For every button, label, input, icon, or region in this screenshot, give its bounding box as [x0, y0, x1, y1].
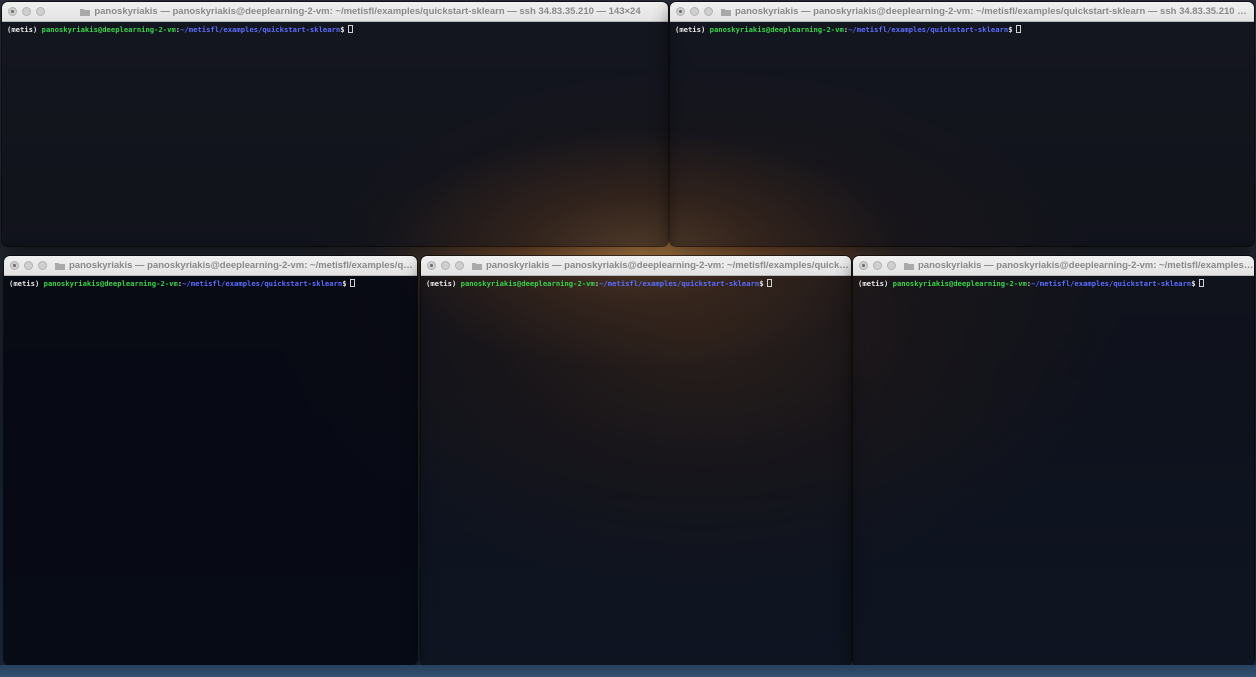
close-button[interactable] — [427, 261, 436, 270]
prompt-user-host: panoskyriakis@deeplearning-2-vm — [460, 279, 595, 288]
prompt-env: (metis) — [858, 279, 889, 288]
prompt-path: ~/metisfl/examples/quickstart-sklearn — [848, 25, 1009, 34]
traffic-lights — [8, 7, 45, 16]
terminal-window-2[interactable]: panoskyriakis — panoskyriakis@deeplearni… — [670, 2, 1254, 246]
title-container: panoskyriakis — panoskyriakis@deeplearni… — [53, 6, 668, 17]
prompt-user-host: panoskyriakis@deeplearning-2-vm — [709, 25, 844, 34]
terminal-content[interactable]: (metis) panoskyriakis@deeplearning-2-vm:… — [421, 276, 851, 665]
minimize-button[interactable] — [24, 261, 33, 270]
terminal-window-5[interactable]: panoskyriakis — panoskyriakis@deeplearni… — [853, 256, 1254, 665]
folder-icon — [80, 8, 91, 16]
folder-icon — [904, 262, 914, 270]
window-title: panoskyriakis — panoskyriakis@deeplearni… — [94, 6, 641, 17]
minimize-button[interactable] — [441, 261, 450, 270]
prompt-symbol: $ — [340, 25, 345, 34]
title-container: panoskyriakis — panoskyriakis@deeplearni… — [721, 6, 1254, 17]
title-container: panoskyriakis — panoskyriakis@deeplearni… — [55, 260, 417, 271]
traffic-lights — [676, 7, 713, 16]
title-bar[interactable]: panoskyriakis — panoskyriakis@deeplearni… — [853, 256, 1254, 276]
prompt-symbol: $ — [1191, 279, 1196, 288]
terminal-content[interactable]: (metis) panoskyriakis@deeplearning-2-vm:… — [4, 276, 417, 665]
block-cursor-icon — [1015, 25, 1021, 33]
title-bar[interactable]: panoskyriakis — panoskyriakis@deeplearni… — [421, 256, 851, 276]
window-title: panoskyriakis — panoskyriakis@deeplearni… — [486, 260, 851, 271]
title-container: panoskyriakis — panoskyriakis@deeplearni… — [472, 260, 851, 271]
traffic-lights — [859, 261, 896, 270]
prompt-user-host: panoskyriakis@deeplearning-2-vm — [892, 279, 1027, 288]
minimize-button[interactable] — [873, 261, 882, 270]
prompt-env: (metis) — [426, 279, 457, 288]
zoom-button[interactable] — [704, 7, 713, 16]
desktop-background: panoskyriakis — panoskyriakis@deeplearni… — [0, 0, 1256, 677]
terminal-window-4[interactable]: panoskyriakis — panoskyriakis@deeplearni… — [421, 256, 851, 665]
prompt-symbol: $ — [342, 279, 347, 288]
folder-icon — [55, 262, 65, 270]
zoom-button[interactable] — [455, 261, 464, 270]
prompt-path: ~/metisfl/examples/quickstart-sklearn — [182, 279, 343, 288]
block-cursor-icon — [1198, 279, 1204, 287]
zoom-button[interactable] — [36, 7, 45, 16]
terminal-content[interactable]: (metis) panoskyriakis@deeplearning-2-vm:… — [670, 22, 1254, 246]
prompt-user-host: panoskyriakis@deeplearning-2-vm — [43, 279, 178, 288]
zoom-button[interactable] — [38, 261, 47, 270]
block-cursor-icon — [347, 25, 353, 33]
terminal-window-1[interactable]: panoskyriakis — panoskyriakis@deeplearni… — [2, 2, 668, 246]
terminal-content[interactable]: (metis) panoskyriakis@deeplearning-2-vm:… — [2, 22, 668, 246]
title-bar[interactable]: panoskyriakis — panoskyriakis@deeplearni… — [670, 2, 1254, 22]
close-button[interactable] — [8, 7, 17, 16]
window-title: panoskyriakis — panoskyriakis@deeplearni… — [735, 6, 1254, 17]
title-container: panoskyriakis — panoskyriakis@deeplearni… — [904, 260, 1254, 271]
title-bar[interactable]: panoskyriakis — panoskyriakis@deeplearni… — [2, 2, 668, 22]
zoom-button[interactable] — [887, 261, 896, 270]
prompt-user-host: panoskyriakis@deeplearning-2-vm — [41, 25, 176, 34]
folder-icon — [472, 262, 482, 270]
block-cursor-icon — [349, 279, 355, 287]
minimize-button[interactable] — [690, 7, 699, 16]
terminal-window-3[interactable]: panoskyriakis — panoskyriakis@deeplearni… — [4, 256, 417, 665]
window-title: panoskyriakis — panoskyriakis@deeplearni… — [69, 260, 417, 271]
prompt-env: (metis) — [9, 279, 40, 288]
traffic-lights — [427, 261, 464, 270]
title-bar[interactable]: panoskyriakis — panoskyriakis@deeplearni… — [4, 256, 417, 276]
window-title: panoskyriakis — panoskyriakis@deeplearni… — [918, 260, 1254, 271]
terminal-content[interactable]: (metis) panoskyriakis@deeplearning-2-vm:… — [853, 276, 1254, 665]
prompt-env: (metis) — [675, 25, 706, 34]
prompt-symbol: $ — [759, 279, 764, 288]
close-button[interactable] — [10, 261, 19, 270]
prompt-path: ~/metisfl/examples/quickstart-sklearn — [180, 25, 341, 34]
traffic-lights — [10, 261, 47, 270]
prompt-env: (metis) — [7, 25, 38, 34]
prompt-path: ~/metisfl/examples/quickstart-sklearn — [1031, 279, 1192, 288]
close-button[interactable] — [676, 7, 685, 16]
prompt-path: ~/metisfl/examples/quickstart-sklearn — [599, 279, 760, 288]
close-button[interactable] — [859, 261, 868, 270]
block-cursor-icon — [766, 279, 772, 287]
folder-icon — [721, 8, 731, 16]
minimize-button[interactable] — [22, 7, 31, 16]
prompt-symbol: $ — [1008, 25, 1013, 34]
